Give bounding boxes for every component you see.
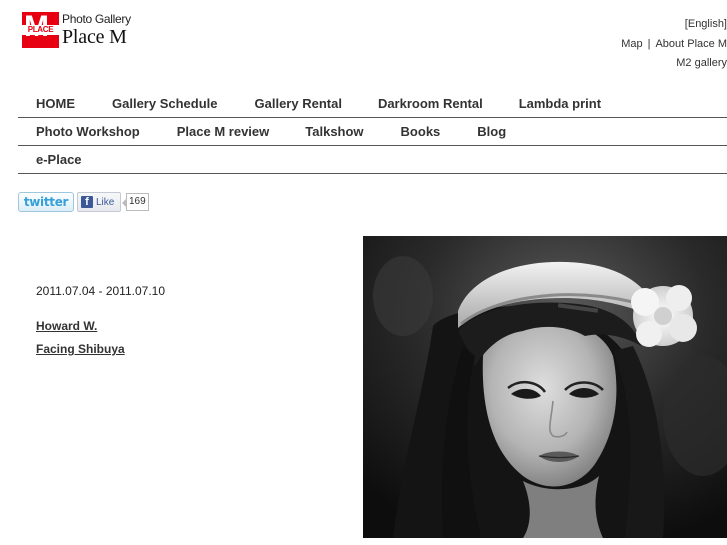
place-m-logo-mark: M PLACE [22, 12, 59, 48]
about-place-m-link[interactable]: About Place M [655, 38, 727, 50]
nav-gallery-rental[interactable]: Gallery Rental [255, 96, 342, 111]
nav-blog[interactable]: Blog [477, 124, 506, 139]
top-links: [English] Map | About Place M M2 gallery [621, 15, 727, 74]
logo-text: Photo Gallery Place M [62, 12, 131, 48]
portrait-image [363, 236, 727, 538]
nav-gallery-schedule[interactable]: Gallery Schedule [112, 96, 218, 111]
twitter-label: twitter [23, 195, 69, 209]
top-link-separator: | [647, 37, 651, 50]
nav-lambda-print[interactable]: Lambda print [519, 96, 601, 111]
social-buttons: twitter f Like 169 [18, 192, 149, 212]
nav-row-3: e-Place [18, 146, 727, 174]
nav-row-1: HOME Gallery Schedule Gallery Rental Dar… [18, 90, 727, 118]
twitter-button[interactable]: twitter [18, 192, 74, 212]
facebook-like-count: 169 [122, 193, 149, 211]
nav-e-place[interactable]: e-Place [36, 152, 82, 167]
nav-talkshow[interactable]: Talkshow [305, 124, 363, 139]
facebook-icon: f [81, 196, 93, 208]
logo-subtitle: Photo Gallery [62, 12, 131, 26]
map-link[interactable]: Map [621, 38, 642, 50]
nav-photo-workshop[interactable]: Photo Workshop [36, 124, 140, 139]
nav-books[interactable]: Books [401, 124, 441, 139]
featured-photo[interactable] [363, 236, 727, 538]
logo-mark-word: PLACE [22, 25, 59, 35]
nav-darkroom-rental[interactable]: Darkroom Rental [378, 96, 483, 111]
m2-gallery-link[interactable]: M2 gallery [676, 57, 727, 69]
facebook-like-label: Like [96, 196, 115, 208]
site-logo[interactable]: M PLACE Photo Gallery Place M [22, 12, 131, 48]
facebook-like-button[interactable]: f Like [77, 192, 121, 212]
nav-row-2: Photo Workshop Place M review Talkshow B… [18, 118, 727, 146]
logo-title: Place M [62, 26, 127, 48]
exhibition-date: 2011.07.04 - 2011.07.10 [36, 284, 165, 298]
english-link[interactable]: [English] [685, 18, 727, 30]
nav-place-m-review[interactable]: Place M review [177, 124, 270, 139]
nav-home[interactable]: HOME [36, 96, 75, 111]
exhibition-title-link[interactable]: Facing Shibuya [36, 342, 125, 356]
main-nav: HOME Gallery Schedule Gallery Rental Dar… [18, 90, 727, 174]
exhibition-artist-link[interactable]: Howard W. [36, 319, 97, 333]
